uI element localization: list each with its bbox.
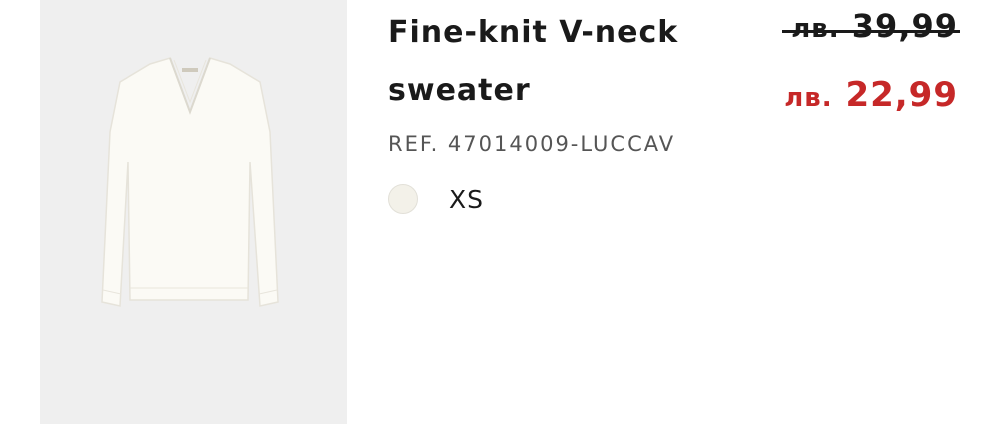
product-image[interactable] [40, 0, 347, 424]
original-price-amount: 39,99 [851, 7, 958, 45]
price-block: лв. 39,99 лв. 22,99 [782, 4, 960, 122]
original-price: лв. 39,99 [782, 4, 960, 51]
original-price-currency: лв. [791, 14, 840, 44]
sale-price: лв. 22,99 [784, 71, 958, 122]
variant-option[interactable]: XS [388, 184, 484, 214]
sale-price-amount: 22,99 [845, 75, 958, 115]
product-reference: REF. 47014009-LUCCAV [388, 132, 676, 156]
color-swatch[interactable] [388, 184, 418, 214]
sweater-image [101, 57, 279, 307]
product-card: Fine-knit V-neck sweater лв. 39,99 лв. 2… [0, 0, 1000, 424]
size-label: XS [449, 184, 484, 214]
product-details: Fine-knit V-neck sweater лв. 39,99 лв. 2… [388, 0, 968, 424]
sale-price-currency: лв. [784, 83, 833, 113]
product-title[interactable]: Fine-knit V-neck sweater [388, 4, 748, 120]
